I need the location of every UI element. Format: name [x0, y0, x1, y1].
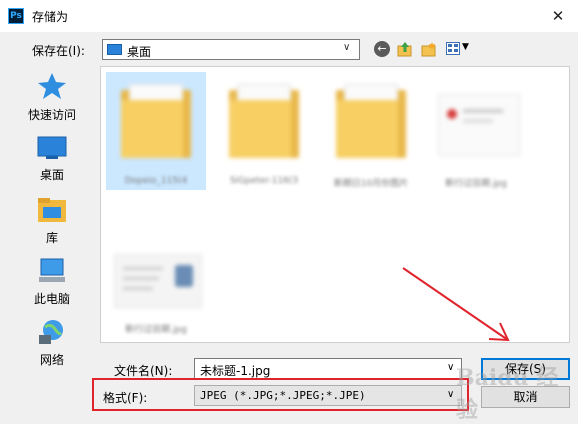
- watermark-logo: Baidu 经验: [456, 365, 559, 423]
